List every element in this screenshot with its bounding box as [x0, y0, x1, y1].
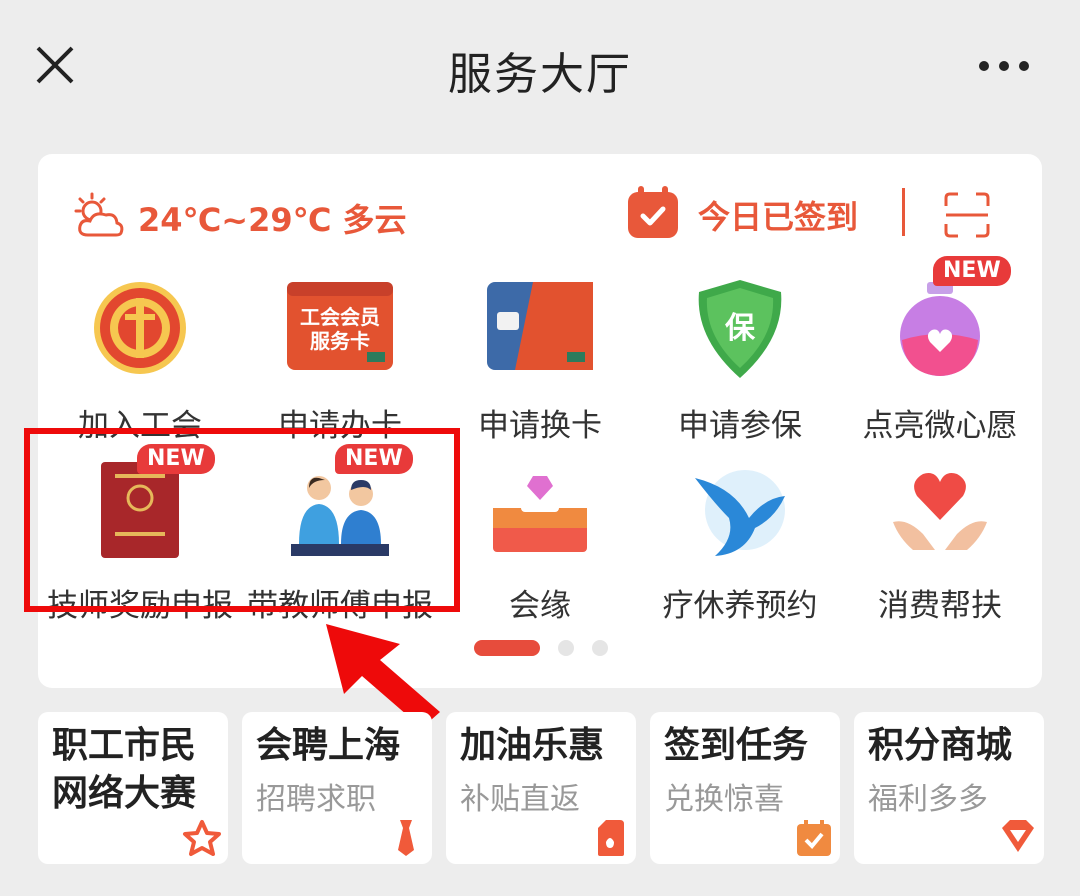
- heart-hands-icon: [885, 458, 995, 568]
- new-badge: NEW: [933, 256, 1011, 286]
- shield-text: 保: [725, 311, 756, 346]
- tile-fuel[interactable]: 加油乐惠 补贴直返: [446, 712, 636, 864]
- grid-label: 疗休养预约: [662, 588, 818, 624]
- page-dot[interactable]: [592, 640, 608, 656]
- tie-icon: [386, 818, 426, 858]
- grid-item-apply-card[interactable]: 工会会员 服务卡 申请办卡: [240, 278, 440, 445]
- weather-info: 24℃~29℃ 多云: [70, 190, 407, 246]
- tile-title: 职工市民 网络大赛: [52, 725, 197, 814]
- potion-bottle-icon: NEW: [885, 256, 1011, 388]
- grid-item-join-union[interactable]: 加入工会: [40, 278, 240, 445]
- tile-points-mall[interactable]: 积分商城 福利多多: [854, 712, 1044, 864]
- page-indicator[interactable]: [474, 640, 608, 656]
- highlight-box: [24, 428, 460, 612]
- tile-subtitle: 兑换惊喜: [664, 782, 784, 817]
- diamond-icon: [998, 818, 1038, 858]
- weather-text: 24℃~29℃ 多云: [138, 201, 407, 239]
- tile-jobs[interactable]: 会聘上海 招聘求职: [242, 712, 432, 864]
- member-card-icon: 工会会员 服务卡: [285, 278, 395, 388]
- grid-item-wish[interactable]: NEW 点亮微心愿: [840, 256, 1040, 445]
- calendar-check-icon: [624, 184, 682, 246]
- page-dot[interactable]: [558, 640, 574, 656]
- card-text-1: 工会会员: [300, 305, 380, 329]
- top-bar: 服务大厅: [0, 0, 1080, 132]
- grid-item-consumption-aid[interactable]: 消费帮扶: [840, 458, 1040, 625]
- tile-subtitle: 补贴直返: [460, 782, 580, 817]
- union-logo-icon: [85, 278, 195, 388]
- divider: [902, 188, 905, 236]
- page-dot-active[interactable]: [474, 640, 540, 656]
- signin-status[interactable]: 今日已签到: [624, 184, 858, 246]
- bird-icon: [685, 458, 795, 568]
- grid-label: 点亮微心愿: [862, 408, 1018, 444]
- tile-subtitle: 福利多多: [868, 782, 988, 817]
- more-icon[interactable]: [974, 56, 1034, 76]
- tile-contest[interactable]: 职工市民 网络大赛: [38, 712, 228, 864]
- grid-item-huiyuan[interactable]: 会缘: [440, 458, 640, 625]
- tile-signin-task[interactable]: 签到任务 兑换惊喜: [650, 712, 840, 864]
- grid-label: 会缘: [509, 588, 571, 624]
- tile-title: 积分商城: [868, 725, 1013, 766]
- card-text-2: 服务卡: [310, 329, 370, 353]
- fuel-icon: [590, 818, 630, 858]
- ring-box-icon: [485, 458, 595, 568]
- star-icon: [182, 818, 222, 858]
- tile-subtitle: 招聘求职: [256, 782, 376, 817]
- page-title: 服务大厅: [448, 49, 632, 100]
- tile-title: 签到任务: [664, 725, 809, 766]
- grid-label: 申请参保: [678, 408, 802, 444]
- shield-icon: 保: [685, 278, 795, 388]
- signin-text: 今日已签到: [698, 198, 859, 236]
- grid-label: 消费帮扶: [878, 588, 1002, 624]
- grid-item-recuperation[interactable]: 疗休养预约: [640, 458, 840, 625]
- weather-cloud-sun-icon: [70, 191, 128, 245]
- grid-label: 申请换卡: [478, 408, 602, 444]
- tile-title: 会聘上海: [256, 725, 401, 766]
- tile-title: 加油乐惠: [460, 725, 605, 766]
- grid-item-insurance[interactable]: 保 申请参保: [640, 278, 840, 445]
- scan-icon[interactable]: [944, 192, 990, 238]
- grid-item-replace-card[interactable]: 申请换卡: [440, 278, 640, 445]
- bank-card-icon: [485, 278, 595, 388]
- calendar-check-icon: [794, 818, 834, 858]
